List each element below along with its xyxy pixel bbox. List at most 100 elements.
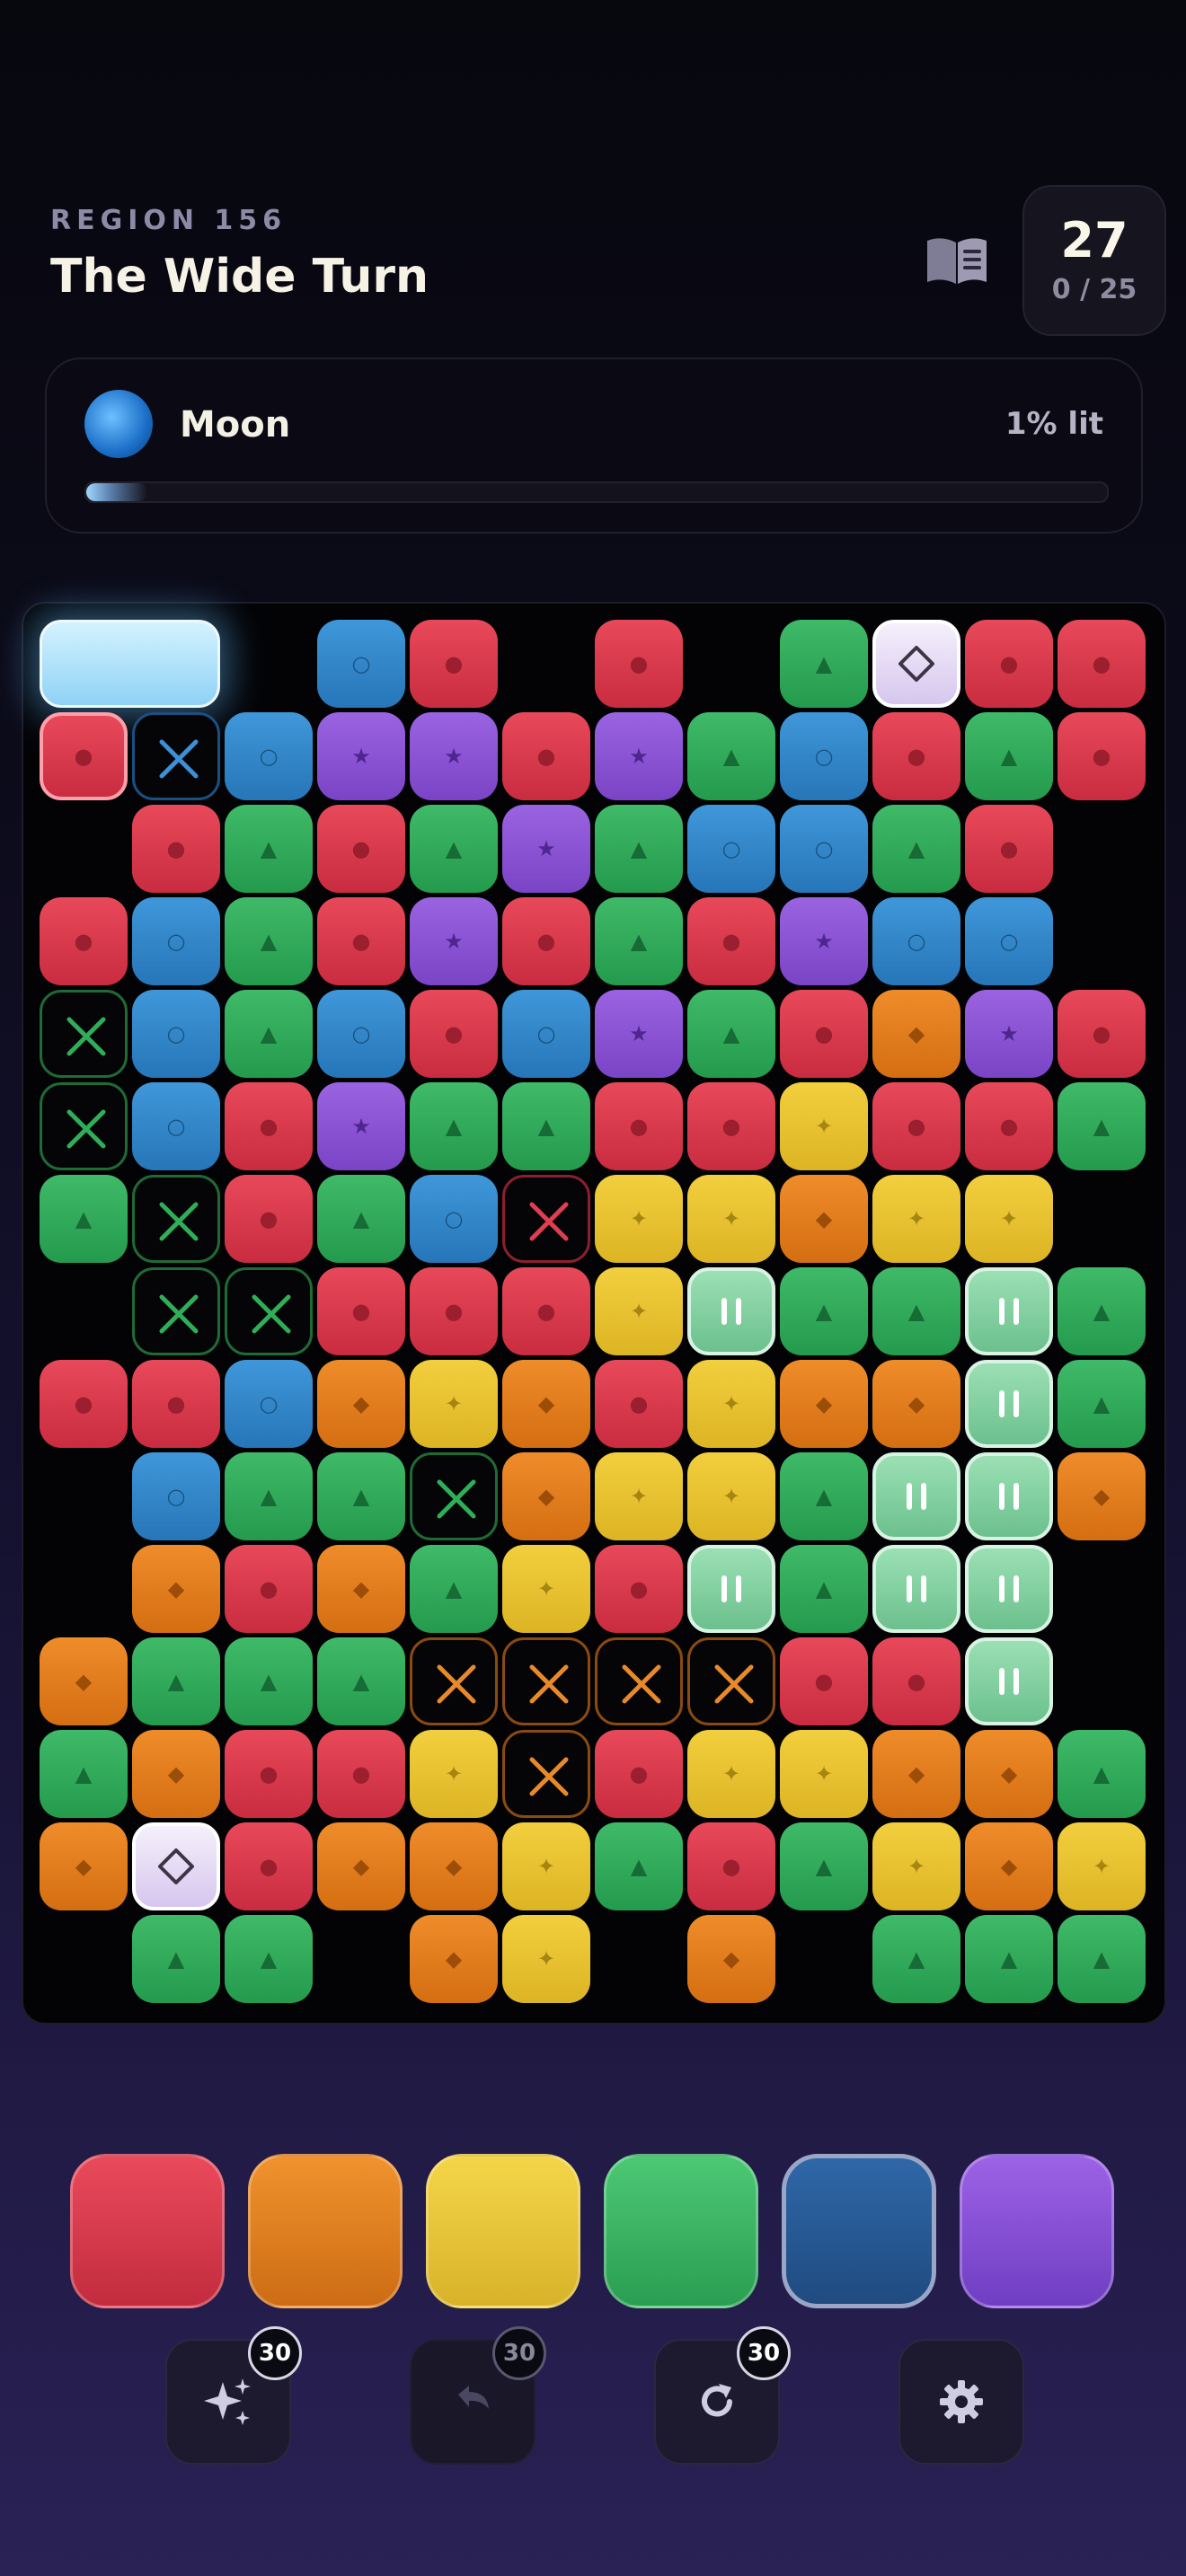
tile-red[interactable]: ●: [502, 1267, 590, 1355]
tile-green[interactable]: ▲: [595, 1822, 683, 1910]
tile-green[interactable]: ▲: [225, 1452, 313, 1540]
hint-button[interactable]: 30: [165, 2326, 302, 2465]
tile-purple[interactable]: ★: [595, 712, 683, 800]
tile-green[interactable]: ▲: [225, 897, 313, 985]
tile-red[interactable]: ●: [225, 1175, 313, 1263]
tile-red[interactable]: ●: [965, 620, 1053, 708]
tile-orange[interactable]: ◆: [872, 1360, 960, 1448]
blocker-tile-orange[interactable]: [687, 1637, 775, 1725]
paused-tile[interactable]: [872, 1452, 960, 1540]
tile-red[interactable]: ●: [317, 897, 405, 985]
tile-green[interactable]: ▲: [687, 990, 775, 1078]
tile-blue[interactable]: ○: [132, 1082, 220, 1170]
tile-purple[interactable]: ★: [410, 712, 498, 800]
tile-green[interactable]: ▲: [1058, 1730, 1146, 1818]
tile-green[interactable]: ▲: [780, 1822, 868, 1910]
tile-green[interactable]: ▲: [1058, 1267, 1146, 1355]
blocker-tile-green[interactable]: [40, 1082, 128, 1170]
blocker-tile-red[interactable]: [502, 1175, 590, 1263]
settings-button[interactable]: [898, 2339, 1024, 2465]
tile-orange[interactable]: ◆: [502, 1360, 590, 1448]
palette-purple-button[interactable]: [960, 2154, 1114, 2308]
tile-green[interactable]: ▲: [965, 712, 1053, 800]
tile-green[interactable]: ▲: [965, 1915, 1053, 2003]
tile-blue[interactable]: ○: [225, 1360, 313, 1448]
tile-yellow[interactable]: ✦: [780, 1082, 868, 1170]
paused-tile[interactable]: [687, 1545, 775, 1633]
tile-red[interactable]: ●: [595, 1545, 683, 1633]
tile-blue[interactable]: ○: [225, 712, 313, 800]
tile-red[interactable]: ●: [872, 712, 960, 800]
tile-red[interactable]: ●: [687, 1822, 775, 1910]
tile-blue[interactable]: ○: [872, 897, 960, 985]
tile-orange[interactable]: ◆: [780, 1175, 868, 1263]
tile-orange[interactable]: ◆: [872, 1730, 960, 1818]
blocker-tile-orange[interactable]: [502, 1637, 590, 1725]
blocker-tile-green[interactable]: [410, 1452, 498, 1540]
tile-red[interactable]: ●: [317, 805, 405, 893]
tile-red[interactable]: ●: [872, 1082, 960, 1170]
tile-red[interactable]: ●: [225, 1545, 313, 1633]
tile-green[interactable]: ▲: [780, 1452, 868, 1540]
tile-purple[interactable]: ★: [410, 897, 498, 985]
blocker-tile-green[interactable]: [225, 1267, 313, 1355]
tile-green[interactable]: ▲: [225, 990, 313, 1078]
tile-blue[interactable]: ○: [410, 1175, 498, 1263]
tile-yellow[interactable]: ✦: [502, 1822, 590, 1910]
tile-green[interactable]: ▲: [780, 1545, 868, 1633]
tile-orange[interactable]: ◆: [410, 1915, 498, 2003]
tile-red[interactable]: ●: [410, 990, 498, 1078]
tile-red[interactable]: ●: [225, 1082, 313, 1170]
tile-orange[interactable]: ◆: [317, 1822, 405, 1910]
tile-yellow[interactable]: ✦: [502, 1915, 590, 2003]
tile-red[interactable]: ●: [1058, 620, 1146, 708]
start-tile[interactable]: [40, 620, 220, 708]
tile-blue[interactable]: ○: [502, 990, 590, 1078]
tile-orange[interactable]: ◆: [1058, 1452, 1146, 1540]
diamond-gem-tile[interactable]: [132, 1822, 220, 1910]
tile-green[interactable]: ▲: [687, 712, 775, 800]
tile-green[interactable]: ▲: [872, 1915, 960, 2003]
tile-purple[interactable]: ★: [595, 990, 683, 1078]
tile-blue[interactable]: ○: [317, 990, 405, 1078]
tile-orange[interactable]: ◆: [872, 990, 960, 1078]
tile-green[interactable]: ▲: [40, 1730, 128, 1818]
tile-red[interactable]: ●: [317, 1267, 405, 1355]
tile-red[interactable]: ●: [502, 897, 590, 985]
tile-red[interactable]: ●: [132, 1360, 220, 1448]
tile-purple[interactable]: ★: [502, 805, 590, 893]
tile-yellow[interactable]: ✦: [965, 1175, 1053, 1263]
tile-purple[interactable]: ★: [780, 897, 868, 985]
tile-green[interactable]: ▲: [595, 805, 683, 893]
tile-yellow[interactable]: ✦: [687, 1175, 775, 1263]
tile-yellow[interactable]: ✦: [410, 1730, 498, 1818]
tile-green[interactable]: ▲: [872, 1267, 960, 1355]
blocker-tile-green[interactable]: [132, 1175, 220, 1263]
tile-yellow[interactable]: ✦: [595, 1267, 683, 1355]
tile-red[interactable]: ●: [132, 805, 220, 893]
paused-tile[interactable]: [965, 1545, 1053, 1633]
tile-red[interactable]: ●: [965, 1082, 1053, 1170]
blocker-tile-orange[interactable]: [502, 1730, 590, 1818]
tile-red[interactable]: ●: [595, 620, 683, 708]
palette-red-button[interactable]: [70, 2154, 225, 2308]
tile-yellow[interactable]: ✦: [1058, 1822, 1146, 1910]
paused-tile[interactable]: [872, 1545, 960, 1633]
palette-green-button[interactable]: [604, 2154, 758, 2308]
tile-green[interactable]: ▲: [1058, 1082, 1146, 1170]
tile-orange[interactable]: ◆: [317, 1360, 405, 1448]
tile-blue[interactable]: ○: [965, 897, 1053, 985]
tile-red[interactable]: ●: [410, 620, 498, 708]
tile-orange[interactable]: ◆: [780, 1360, 868, 1448]
tile-blue[interactable]: ○: [687, 805, 775, 893]
tile-green[interactable]: ▲: [40, 1175, 128, 1263]
tile-green[interactable]: ▲: [225, 1915, 313, 2003]
paused-tile[interactable]: [965, 1360, 1053, 1448]
tile-blue[interactable]: ○: [317, 620, 405, 708]
paused-tile[interactable]: [687, 1267, 775, 1355]
tile-yellow[interactable]: ✦: [687, 1730, 775, 1818]
tile-green[interactable]: ▲: [132, 1915, 220, 2003]
tile-green[interactable]: ▲: [780, 620, 868, 708]
tile-orange[interactable]: ◆: [965, 1730, 1053, 1818]
tile-red[interactable]: ●: [687, 897, 775, 985]
